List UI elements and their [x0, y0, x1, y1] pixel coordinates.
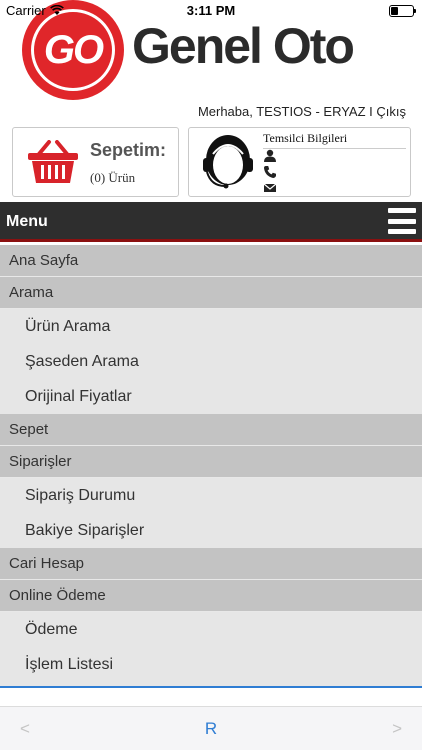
- menu-category[interactable]: Arama: [0, 277, 422, 309]
- battery-icon: [389, 5, 416, 17]
- representative-title: Temsilci Bilgileri: [263, 131, 406, 149]
- forward-button[interactable]: >: [392, 719, 402, 739]
- clock: 3:11 PM: [186, 3, 236, 18]
- support-agent-avatar: [203, 135, 253, 189]
- menu-subitem[interactable]: Orijinal Fiyatlar: [0, 379, 422, 414]
- menu-subitem[interactable]: Ödeme: [0, 612, 422, 647]
- menu-header-bar: Menu: [0, 202, 422, 242]
- shopping-basket-icon: [28, 140, 78, 183]
- logo-wordmark: Genel Oto: [132, 18, 355, 74]
- menu-title: Menu: [6, 213, 48, 230]
- mail-icon[interactable]: [263, 181, 277, 195]
- phone-icon[interactable]: [263, 165, 277, 179]
- logo-badge-text: GO: [43, 27, 104, 72]
- menu-subitem[interactable]: Bakiye Siparişler: [0, 513, 422, 548]
- greeting-logout-link[interactable]: Merhaba, TESTIOS - ERYAZ I Çıkış: [198, 104, 406, 119]
- status-bar: Carrier 3:11 PM: [0, 0, 422, 22]
- refresh-button[interactable]: R: [0, 719, 422, 739]
- cart-item-count: (0) Ürün: [90, 170, 136, 185]
- user-icon: [264, 149, 276, 162]
- menu-subitem[interactable]: Şaseden Arama: [0, 344, 422, 379]
- menu-subitem[interactable]: Sipariş Durumu: [0, 478, 422, 513]
- hamburger-menu-icon[interactable]: [388, 208, 416, 234]
- representative-info: Temsilci Bilgileri: [188, 127, 411, 197]
- menu-category[interactable]: Ana Sayfa: [0, 245, 422, 277]
- menu-category[interactable]: Cari Hesap: [0, 548, 422, 580]
- browser-nav-bar: < R >: [0, 706, 422, 750]
- menu-subitem[interactable]: İşlem Listesi: [0, 647, 422, 682]
- menu-category[interactable]: Siparişler: [0, 446, 422, 478]
- cart-title: Sepetim:: [90, 140, 167, 160]
- menu-category[interactable]: Online Ödeme: [0, 580, 422, 612]
- app-screen: Carrier 3:11 PM GO Genel Oto Merhaba, TE…: [0, 0, 422, 750]
- cart-summary[interactable]: Sepetim: (0) Ürün: [12, 127, 179, 197]
- scroll-indicator: [0, 686, 422, 688]
- menu-category[interactable]: Sepet: [0, 414, 422, 446]
- menu-subitem[interactable]: Ürün Arama: [0, 309, 422, 344]
- menu-list: Ana Sayfa Arama Ürün Arama Şaseden Arama Ori…: [0, 245, 422, 687]
